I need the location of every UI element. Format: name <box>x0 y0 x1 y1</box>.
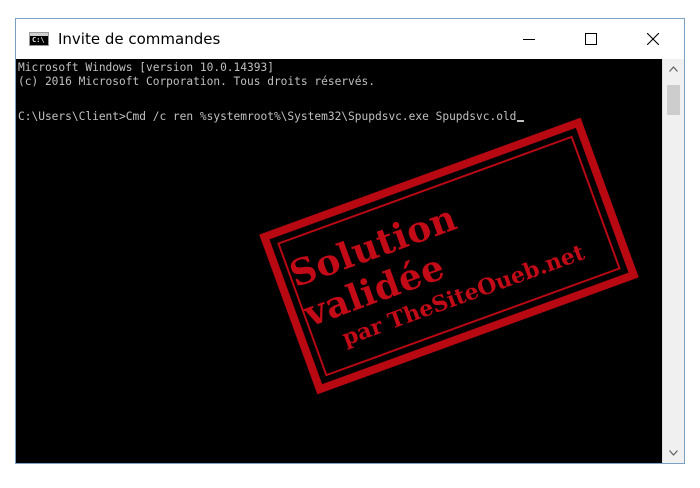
window-title: Invite de commandes <box>58 30 221 48</box>
caption-buttons <box>498 19 684 59</box>
cmd-app-icon: C:\ <box>29 32 49 46</box>
minimize-icon <box>523 39 535 40</box>
maximize-icon <box>585 33 597 45</box>
console-command-line: C:\Users\Client>Cmd /c ren %systemroot%\… <box>18 110 525 124</box>
chevron-up-icon <box>669 66 678 72</box>
cmd-app-icon-glyph: C:\ <box>32 36 45 44</box>
scrollbar-thumb[interactable] <box>667 85 680 115</box>
text-cursor <box>517 120 525 122</box>
cmd-window: C:\ Invite de commandes Microsoft Window… <box>15 18 685 464</box>
scroll-up-button[interactable] <box>663 61 684 77</box>
minimize-button[interactable] <box>498 19 560 59</box>
console-command-text: C:\Users\Client>Cmd /c ren %systemroot%\… <box>18 110 517 123</box>
console-output[interactable]: Microsoft Windows [version 10.0.14393] (… <box>16 59 662 463</box>
title-bar[interactable]: C:\ Invite de commandes <box>16 19 684 59</box>
console-line: Microsoft Windows [version 10.0.14393] <box>18 61 274 74</box>
close-icon <box>647 33 659 45</box>
scroll-down-button[interactable] <box>663 445 684 461</box>
close-button[interactable] <box>622 19 684 59</box>
chevron-down-icon <box>669 450 678 456</box>
console-line: (c) 2016 Microsoft Corporation. Tous dro… <box>18 75 375 88</box>
maximize-button[interactable] <box>560 19 622 59</box>
vertical-scrollbar[interactable] <box>662 59 684 463</box>
